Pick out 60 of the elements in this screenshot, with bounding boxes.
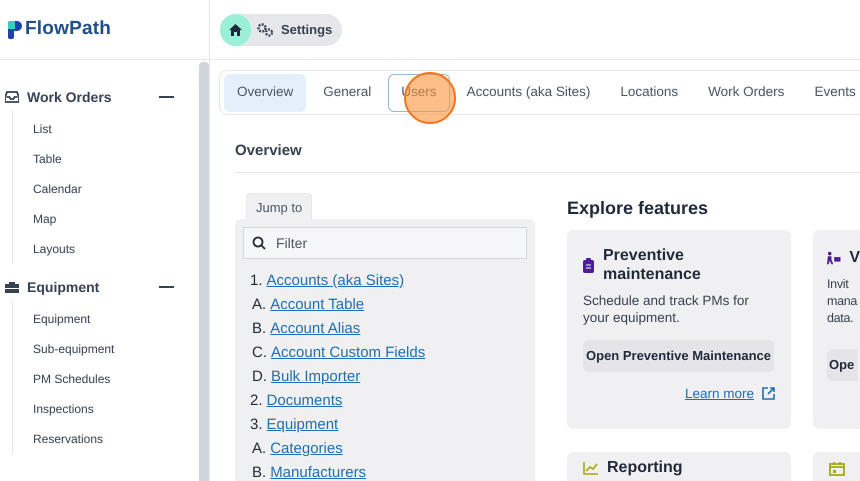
filter-field[interactable]: Filter [243, 227, 527, 259]
card-description: data. [827, 310, 854, 326]
toc-link[interactable]: Account Table [270, 293, 364, 317]
sidebar-item[interactable]: Map [33, 204, 174, 234]
sidebar-section-header[interactable]: Equipment [5, 274, 174, 300]
sidebar-item[interactable]: Calendar [33, 174, 174, 204]
toolbox-icon [5, 281, 19, 293]
toc-link[interactable]: Documents [266, 389, 342, 413]
sidebar-item[interactable]: PM Schedules [33, 364, 174, 394]
calendar-icon [829, 462, 845, 476]
list-marker: 1. [250, 271, 263, 291]
toc-link[interactable]: Equipment [266, 413, 338, 437]
learn-more-link[interactable]: Learn more [684, 384, 754, 404]
list-marker: 3. [250, 415, 263, 435]
logo-text: FlowPath [25, 17, 112, 42]
external-link-icon [762, 387, 775, 400]
toc-link[interactable]: Manufacturers [270, 461, 366, 481]
sidebar-item[interactable]: Sub-equipment [33, 334, 174, 364]
scrollbar[interactable] [199, 62, 209, 481]
sidebar-item[interactable]: Equipment [33, 304, 174, 334]
home-button[interactable] [220, 14, 251, 46]
toc-link[interactable]: Bulk Importer [271, 365, 360, 389]
card-title: Reporting [607, 458, 683, 476]
jump-to-label: Jump to [246, 192, 312, 219]
search-icon [252, 236, 266, 250]
list-marker: C. [252, 343, 267, 363]
inbox-icon [5, 91, 19, 103]
sidebar-item[interactable]: Reservations [33, 424, 174, 454]
card-description: Invit [827, 276, 850, 292]
page-title: Overview [235, 115, 860, 172]
gears-icon [257, 22, 275, 36]
card-description: Schedule and track PMs for your equipment. [583, 292, 750, 326]
tab[interactable]: Overview [224, 74, 306, 112]
sidebar-item[interactable]: Layouts [33, 234, 174, 264]
breadcrumb-current[interactable]: Settings [281, 20, 332, 40]
clipboard-icon [583, 258, 594, 272]
list-marker: B. [252, 319, 266, 339]
logo-icon [8, 20, 22, 38]
sidebar-item[interactable]: Table [33, 144, 174, 174]
people-icon [827, 250, 842, 264]
list-marker: D. [252, 367, 267, 387]
toc-link[interactable]: Categories [270, 437, 343, 461]
sidebar-item[interactable]: List [33, 114, 174, 144]
open-button[interactable]: Open Preventive Maintenance [583, 340, 774, 372]
list-marker: A. [252, 439, 266, 459]
card-description: mana [827, 292, 858, 310]
open-button[interactable]: Ope [827, 348, 858, 380]
line-chart-icon [583, 462, 598, 474]
card-title: Preventive maintenance [603, 246, 702, 284]
sidebar-section-header[interactable]: Work Orders [5, 84, 174, 110]
list-marker: B. [252, 463, 266, 481]
toc-link[interactable]: Account Custom Fields [271, 341, 426, 365]
list-marker: 2. [250, 391, 263, 411]
home-icon [229, 24, 242, 36]
section-title: Explore features [567, 196, 710, 220]
toc-link[interactable]: Accounts (aka Sites) [266, 269, 404, 293]
sidebar-item[interactable]: Inspections [33, 394, 174, 424]
toc-link[interactable]: Account Alias [270, 317, 360, 341]
list-marker: A. [252, 295, 266, 315]
card-title: V [849, 248, 860, 268]
